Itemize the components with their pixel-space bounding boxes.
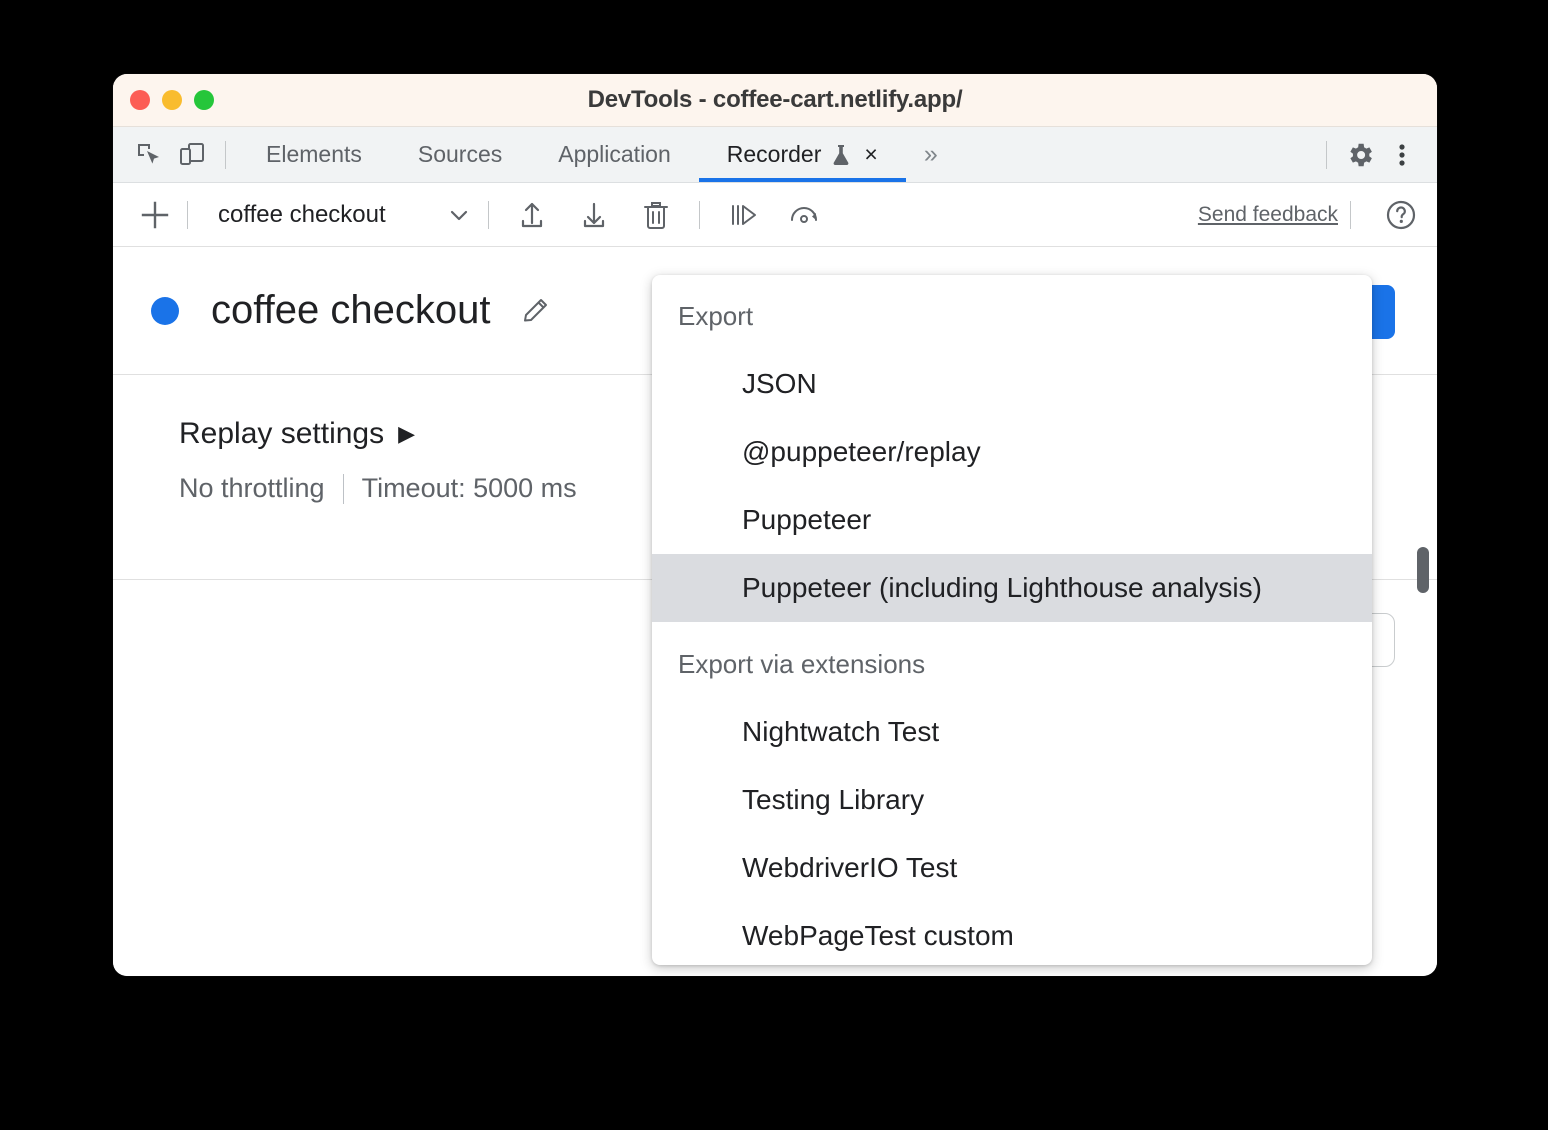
inspect-element-button[interactable] (129, 134, 171, 176)
recorder-toolbar: coffee checkout (113, 183, 1437, 247)
toolbar-divider (1326, 141, 1327, 169)
gear-icon (1345, 140, 1375, 170)
toolbar-divider (225, 141, 226, 169)
status-badge (151, 297, 179, 325)
menu-item-puppeteer-replay[interactable]: @puppeteer/replay (652, 418, 1372, 486)
traffic-lights (130, 90, 214, 110)
menu-item-testing-library[interactable]: Testing Library (652, 766, 1372, 834)
create-recording-button[interactable] (135, 195, 175, 235)
page-title: coffee checkout (211, 288, 490, 333)
plus-icon (137, 197, 173, 233)
tab-elements[interactable]: Elements (238, 127, 390, 182)
tab-label: Application (558, 141, 671, 168)
export-dropdown-menu: Export JSON @puppeteer/replay Puppeteer … (652, 275, 1372, 965)
replay-speed-button[interactable] (783, 193, 827, 237)
tabstrip-right-tools (1314, 134, 1437, 176)
import-recording-button[interactable] (510, 193, 554, 237)
send-feedback-link[interactable]: Send feedback (1198, 203, 1338, 227)
panel-tabs: Elements Sources Application Recorder × … (238, 127, 956, 182)
screenshot-root: DevTools - coffee-cart.netlify.app/ Elem… (0, 0, 1548, 1130)
chevron-right-icon: ▶ (398, 421, 415, 447)
menu-item-webpagetest-custom[interactable]: WebPageTest custom (652, 902, 1372, 965)
replay-speed-icon (787, 198, 823, 232)
experiment-flask-icon (830, 143, 852, 167)
close-icon[interactable]: × (864, 141, 877, 168)
replay-step-by-step-icon (726, 198, 760, 232)
device-toolbar-button[interactable] (171, 134, 213, 176)
tab-label: Recorder (727, 141, 822, 168)
device-toolbar-icon (178, 141, 206, 169)
close-window-button[interactable] (130, 90, 150, 110)
help-button[interactable] (1379, 193, 1423, 237)
menu-item-json[interactable]: JSON (652, 350, 1372, 418)
divider (343, 474, 344, 504)
toolbar-divider (488, 201, 489, 229)
edit-title-button[interactable] (516, 291, 556, 331)
export-download-icon (577, 198, 611, 232)
throttling-value: No throttling (179, 473, 325, 504)
devtools-tabstrip: Elements Sources Application Recorder × … (113, 127, 1437, 183)
import-upload-icon (515, 198, 549, 232)
menu-group-title-export: Export (652, 275, 1372, 350)
pencil-edit-icon (519, 294, 553, 328)
more-tabs-button[interactable]: » (906, 140, 956, 169)
trash-icon (639, 198, 673, 232)
replay-settings-label: Replay settings (179, 417, 384, 451)
replay-step-by-step-button[interactable] (721, 193, 765, 237)
export-recording-button[interactable] (572, 193, 616, 237)
tab-recorder[interactable]: Recorder × (699, 127, 906, 182)
minimize-window-button[interactable] (162, 90, 182, 110)
window-title: DevTools - coffee-cart.netlify.app/ (113, 74, 1437, 126)
timeout-value: Timeout: 5000 ms (362, 473, 577, 504)
chevron-down-icon (444, 200, 474, 230)
tab-label: Elements (266, 141, 362, 168)
menu-item-puppeteer[interactable]: Puppeteer (652, 486, 1372, 554)
more-options-button[interactable] (1381, 134, 1423, 176)
menu-item-puppeteer-lighthouse[interactable]: Puppeteer (including Lighthouse analysis… (652, 554, 1372, 622)
toolbar-divider (699, 201, 700, 229)
tab-label: Sources (418, 141, 502, 168)
tab-application[interactable]: Application (530, 127, 699, 182)
delete-recording-button[interactable] (634, 193, 678, 237)
toolbar-divider (187, 201, 188, 229)
recording-selector-button[interactable] (442, 198, 476, 232)
help-question-icon (1383, 197, 1419, 233)
settings-button[interactable] (1339, 134, 1381, 176)
menu-group-title-extensions: Export via extensions (652, 623, 1372, 698)
menu-item-webdriverio-test[interactable]: WebdriverIO Test (652, 834, 1372, 902)
menu-item-nightwatch-test[interactable]: Nightwatch Test (652, 698, 1372, 766)
maximize-window-button[interactable] (194, 90, 214, 110)
toolbar-divider (1350, 201, 1351, 229)
recording-selector-label[interactable]: coffee checkout (218, 201, 386, 229)
tab-sources[interactable]: Sources (390, 127, 530, 182)
kebab-menu-icon (1390, 141, 1414, 169)
inspect-element-icon (136, 141, 164, 169)
window-titlebar: DevTools - coffee-cart.netlify.app/ (113, 74, 1437, 127)
